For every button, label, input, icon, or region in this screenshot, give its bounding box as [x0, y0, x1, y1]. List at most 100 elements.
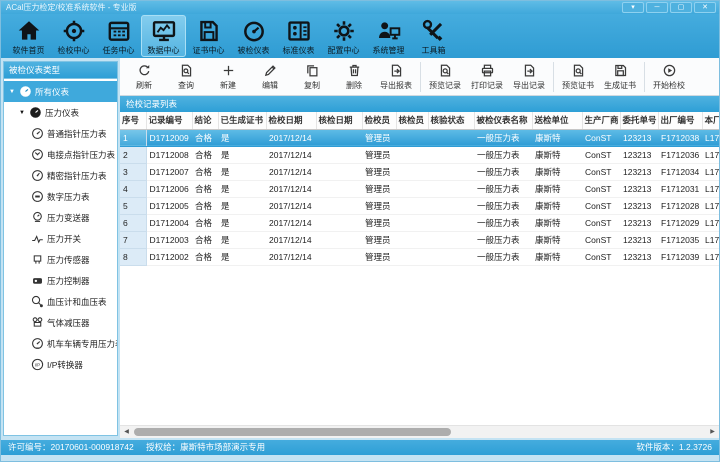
tree-item-pressure-sensor[interactable]: 压力传感器	[4, 249, 117, 270]
cell[interactable]	[428, 231, 474, 248]
column-header[interactable]: 记录编号	[146, 112, 192, 129]
cell[interactable]	[428, 180, 474, 197]
expand-arrow-icon[interactable]: ▼	[19, 110, 26, 116]
cell[interactable]	[396, 248, 428, 265]
tree-item-ip-converter[interactable]: I/P I/P转换器	[4, 354, 117, 375]
cell[interactable]	[396, 231, 428, 248]
nav-task-center[interactable]: 任务中心	[96, 15, 141, 57]
column-header[interactable]: 本厂编号	[702, 112, 719, 129]
cell[interactable]: 合格	[192, 180, 218, 197]
cell[interactable]: L17	[702, 180, 719, 197]
cell[interactable]: D1712009	[146, 129, 192, 146]
cell[interactable]: 123213	[620, 180, 658, 197]
cell[interactable]	[316, 163, 362, 180]
cell[interactable]: 康斯特	[532, 231, 582, 248]
column-header[interactable]: 被检仪表名称	[474, 112, 532, 129]
maximize-button[interactable]: ▢	[670, 2, 692, 13]
cell[interactable]	[316, 197, 362, 214]
cell[interactable]: 管理员	[362, 163, 396, 180]
cell[interactable]: 123213	[620, 214, 658, 231]
cell[interactable]	[316, 231, 362, 248]
cell[interactable]: ConST	[582, 214, 620, 231]
cell[interactable]	[396, 146, 428, 163]
cell[interactable]	[396, 163, 428, 180]
cell[interactable]: 2017/12/14	[266, 163, 316, 180]
cell[interactable]	[428, 129, 474, 146]
cell[interactable]	[428, 146, 474, 163]
column-header[interactable]: 生产厂商	[582, 112, 620, 129]
cell[interactable]: 管理员	[362, 231, 396, 248]
nav-dut-instruments[interactable]: 被检仪表	[231, 15, 276, 57]
cell[interactable]: 2017/12/14	[266, 197, 316, 214]
nav-standard-instruments[interactable]: 标准仪表	[276, 15, 321, 57]
cell[interactable]: 2017/12/14	[266, 129, 316, 146]
record-row[interactable]: 3D1712007合格是2017/12/14管理员一般压力表康斯特ConST12…	[120, 163, 719, 180]
cell[interactable]: 2	[120, 146, 146, 163]
cell[interactable]: D1712006	[146, 180, 192, 197]
cell[interactable]: D1712008	[146, 146, 192, 163]
cell[interactable]	[428, 163, 474, 180]
cell[interactable]: D1712002	[146, 248, 192, 265]
cell[interactable]: L17	[702, 163, 719, 180]
edit-button[interactable]: 编辑	[249, 60, 291, 94]
cell[interactable]	[396, 214, 428, 231]
record-row[interactable]: 4D1712006合格是2017/12/14管理员一般压力表康斯特ConST12…	[120, 180, 719, 197]
cell[interactable]: F1712039	[658, 248, 702, 265]
cell[interactable]: F1712028	[658, 197, 702, 214]
column-header[interactable]: 结论	[192, 112, 218, 129]
cell[interactable]	[428, 197, 474, 214]
cell[interactable]: 1	[120, 129, 146, 146]
cell[interactable]: 一般压力表	[474, 129, 532, 146]
column-header[interactable]: 检校员	[362, 112, 396, 129]
tree-item-all-instruments[interactable]: ▼ 所有仪表	[4, 81, 117, 102]
preview-certificate-button[interactable]: 预览证书	[557, 60, 599, 94]
cell[interactable]	[396, 197, 428, 214]
cell[interactable]: 合格	[192, 129, 218, 146]
generate-certificate-button[interactable]: 生成证书	[599, 60, 641, 94]
cell[interactable]: 123213	[620, 129, 658, 146]
cell[interactable]: 康斯特	[532, 129, 582, 146]
cell[interactable]: ConST	[582, 146, 620, 163]
cell[interactable]: 6	[120, 214, 146, 231]
cell[interactable]: D1712007	[146, 163, 192, 180]
cell[interactable]: 123213	[620, 231, 658, 248]
record-row[interactable]: 5D1712005合格是2017/12/14管理员一般压力表康斯特ConST12…	[120, 197, 719, 214]
cell[interactable]: 2017/12/14	[266, 180, 316, 197]
cell[interactable]: ConST	[582, 180, 620, 197]
new-button[interactable]: 新建	[207, 60, 249, 94]
cell[interactable]: 2017/12/14	[266, 231, 316, 248]
cell[interactable]: 123213	[620, 146, 658, 163]
record-row[interactable]: 1D1712009合格是2017/12/14管理员一般压力表康斯特ConST12…	[120, 129, 719, 146]
cell[interactable]: 一般压力表	[474, 231, 532, 248]
cell[interactable]: 2017/12/14	[266, 248, 316, 265]
preview-record-button[interactable]: 预览记录	[424, 60, 466, 94]
cell[interactable]: 管理员	[362, 214, 396, 231]
cell[interactable]: 是	[218, 163, 266, 180]
cell[interactable]: 康斯特	[532, 180, 582, 197]
column-header[interactable]: 检校日期	[266, 112, 316, 129]
refresh-button[interactable]: 刷新	[123, 60, 165, 94]
cell[interactable]: 康斯特	[532, 214, 582, 231]
cell[interactable]: 康斯特	[532, 197, 582, 214]
column-header[interactable]: 已生成证书	[218, 112, 266, 129]
scroll-right-arrow-icon[interactable]: ▶	[706, 426, 719, 438]
cell[interactable]: 合格	[192, 197, 218, 214]
cell[interactable]: F1712036	[658, 146, 702, 163]
scrollbar-thumb[interactable]	[134, 428, 451, 436]
cell[interactable]: 7	[120, 231, 146, 248]
column-header[interactable]: 核检日期	[316, 112, 362, 129]
cell[interactable]: L17	[702, 248, 719, 265]
scroll-left-arrow-icon[interactable]: ◀	[120, 426, 133, 438]
cell[interactable]: 123213	[620, 248, 658, 265]
record-row[interactable]: 7D1712003合格是2017/12/14管理员一般压力表康斯特ConST12…	[120, 231, 719, 248]
cell[interactable]: 是	[218, 180, 266, 197]
cell[interactable]: L17	[702, 129, 719, 146]
print-record-button[interactable]: 打印记录	[466, 60, 508, 94]
nav-home[interactable]: 软件首页	[6, 15, 51, 57]
record-row[interactable]: 6D1712004合格是2017/12/14管理员一般压力表康斯特ConST12…	[120, 214, 719, 231]
theme-button[interactable]: ▾	[622, 2, 644, 13]
cell[interactable]: 是	[218, 129, 266, 146]
column-header[interactable]: 序号	[120, 112, 146, 129]
tree-item-locomotive-pressure-gauge[interactable]: 机车车辆专用压力表	[4, 333, 117, 354]
cell[interactable]: D1712005	[146, 197, 192, 214]
